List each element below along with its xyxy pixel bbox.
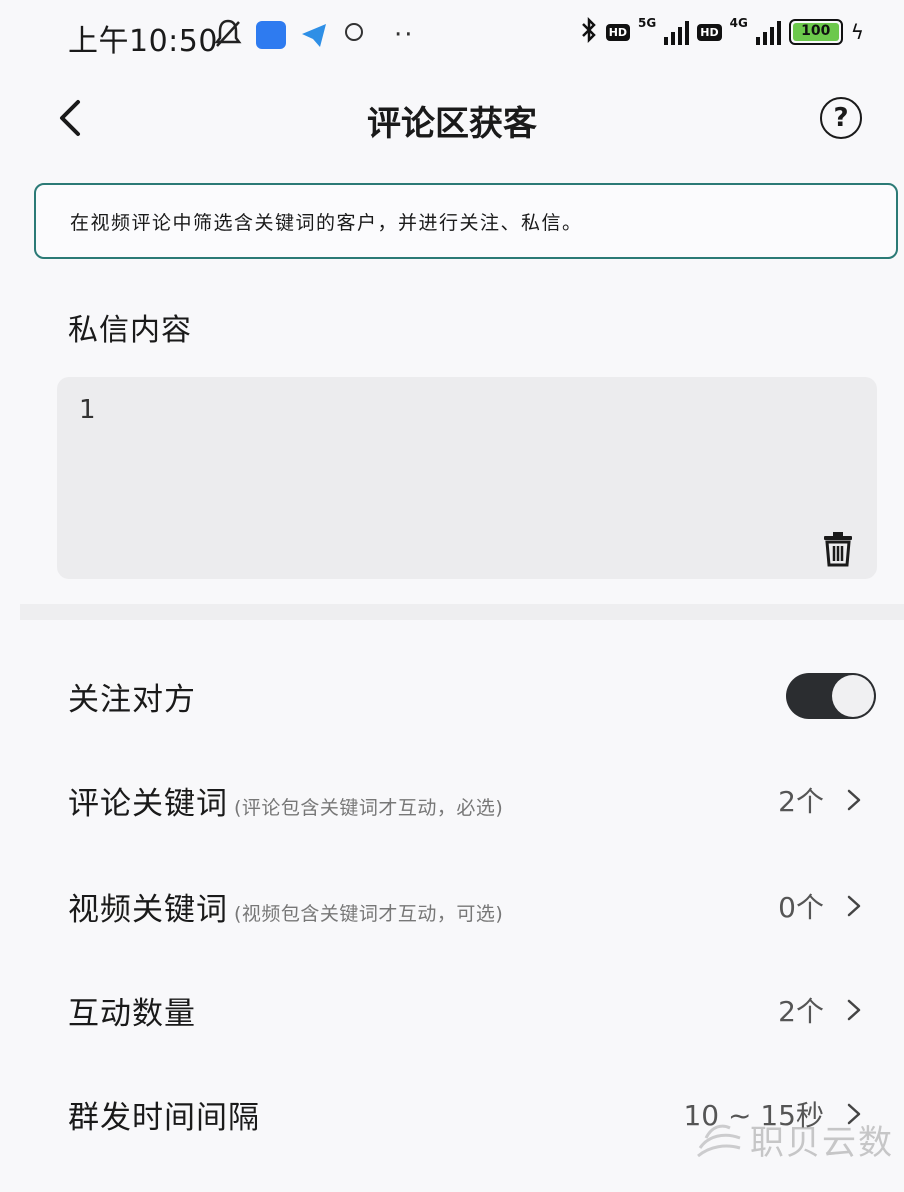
watermark-logo-icon	[697, 1124, 741, 1157]
follow-toggle[interactable]	[786, 673, 876, 719]
battery-icon: 100	[788, 19, 843, 45]
help-button[interactable]: ?	[820, 97, 862, 139]
status-time: 上午10:50	[68, 24, 218, 59]
delete-message-button[interactable]	[821, 529, 855, 569]
question-mark-icon: ?	[833, 103, 849, 133]
network-4g: 4G	[729, 16, 748, 30]
hd-badge-2: HD	[697, 23, 722, 41]
chevron-right-icon	[844, 786, 864, 814]
chevron-right-icon	[844, 996, 864, 1024]
message-text: 1	[79, 395, 96, 425]
comment-keywords-count: 2个	[778, 785, 824, 818]
telegram-icon	[300, 21, 328, 49]
video-keywords-count: 0个	[778, 891, 824, 924]
interaction-count-row[interactable]: 互动数量 2个	[0, 960, 904, 1060]
info-banner-text: 在视频评论中筛选含关键词的客户，并进行关注、私信。	[70, 211, 583, 234]
bluetooth-icon	[580, 16, 598, 48]
video-keywords-label: 视频关键词 (视频包含关键词才互动，可选)	[68, 884, 503, 929]
hd-badge: HD	[605, 23, 631, 41]
interaction-count-value: 2个	[778, 995, 824, 1028]
interaction-count-label: 互动数量	[68, 995, 196, 1032]
screen: 上午10:50 ·· HD 5G HD 4G 100 ϟ 评论区获客 ? 在视频…	[0, 0, 904, 1192]
more-notifications: ··	[394, 20, 415, 50]
notification-icons: ··	[214, 18, 415, 52]
message-section-label: 私信内容	[68, 313, 192, 348]
system-icons: HD 5G HD 4G 100 ϟ	[580, 16, 864, 48]
signal-icon-2	[755, 19, 781, 45]
send-interval-label: 群发时间间隔	[68, 1099, 260, 1136]
message-textarea[interactable]: 1	[57, 377, 877, 579]
follow-row[interactable]: 关注对方	[0, 646, 904, 746]
network-5g: 5G	[638, 16, 657, 30]
watermark: 职贝云数	[694, 1115, 894, 1164]
comment-keywords-title: 评论关键词	[68, 785, 228, 822]
app-notification-icon	[256, 21, 286, 49]
bell-off-icon	[214, 18, 242, 52]
comment-keywords-row[interactable]: 评论关键词 (评论包含关键词才互动，必选) 2个	[0, 750, 904, 850]
watermark-text: 职贝云数	[750, 1123, 894, 1163]
chat-bubble-icon	[342, 21, 366, 49]
info-banner: 在视频评论中筛选含关键词的客户，并进行关注、私信。	[34, 183, 898, 259]
signal-icon	[664, 19, 690, 45]
section-divider	[20, 604, 904, 620]
charging-icon: ϟ	[850, 20, 864, 44]
comment-keywords-label: 评论关键词 (评论包含关键词才互动，必选)	[68, 778, 503, 823]
follow-label: 关注对方	[68, 681, 196, 718]
trash-icon	[824, 532, 852, 567]
video-keywords-title: 视频关键词	[68, 891, 228, 928]
page-title: 评论区获客	[367, 104, 537, 144]
video-keywords-hint: (视频包含关键词才互动，可选)	[234, 902, 504, 925]
toggle-knob	[832, 675, 874, 717]
comment-keywords-hint: (评论包含关键词才互动，必选)	[234, 796, 504, 819]
nav-header: 评论区获客 ?	[0, 80, 904, 156]
chevron-right-icon	[844, 892, 864, 920]
status-bar: 上午10:50 ·· HD 5G HD 4G 100 ϟ	[0, 0, 904, 72]
battery-level: 100	[792, 23, 839, 41]
video-keywords-row[interactable]: 视频关键词 (视频包含关键词才互动，可选) 0个	[0, 856, 904, 956]
